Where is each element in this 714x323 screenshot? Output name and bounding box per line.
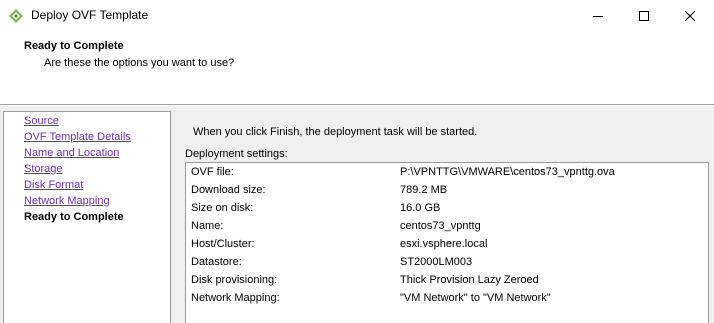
table-row: Disk provisioning: Thick Provision Lazy … xyxy=(186,272,706,290)
wizard-steps-panel: Source OVF Template Details Name and Loc… xyxy=(3,111,171,323)
minimize-button[interactable] xyxy=(575,0,621,31)
setting-value: 16.0 GB xyxy=(400,202,441,214)
table-row: Datastore: ST2000LM003 xyxy=(186,254,706,272)
setting-value: Thick Provision Lazy Zeroed xyxy=(400,274,539,286)
deployment-settings-table[interactable]: OVF file: P:\VPNTTG\VMWARE\centos73_vpnt… xyxy=(185,162,709,323)
setting-value: 789.2 MB xyxy=(400,184,448,196)
vsphere-logo-icon xyxy=(8,8,24,24)
minimize-icon xyxy=(593,15,603,17)
setting-value: esxi.vsphere.local xyxy=(400,238,488,250)
setting-value: "VM Network" to "VM Network" xyxy=(400,292,551,304)
deployment-settings-label: Deployment settings: xyxy=(185,148,288,160)
window-title: Deploy OVF Template xyxy=(31,8,149,22)
maximize-button[interactable] xyxy=(621,0,667,31)
close-button[interactable] xyxy=(667,0,713,31)
setting-label: Host/Cluster: xyxy=(191,238,255,250)
nav-item-source[interactable]: Source xyxy=(24,115,59,127)
nav-item-storage[interactable]: Storage xyxy=(24,163,63,175)
maximize-icon xyxy=(639,10,649,21)
table-row: Network Mapping: "VM Network" to "VM Net… xyxy=(186,290,706,308)
wizard-header: Ready to Complete Are these the options … xyxy=(0,31,714,104)
page-title: Ready to Complete xyxy=(24,40,124,52)
setting-label: Network Mapping: xyxy=(191,292,280,304)
setting-label: Size on disk: xyxy=(191,202,254,214)
title-bar[interactable]: Deploy OVF Template xyxy=(0,0,714,31)
close-icon xyxy=(685,10,695,21)
nav-item-name-and-location[interactable]: Name and Location xyxy=(24,147,119,159)
setting-label: Name: xyxy=(191,220,224,232)
table-row: Host/Cluster: esxi.vsphere.local xyxy=(186,236,706,254)
nav-item-network-mapping[interactable]: Network Mapping xyxy=(24,195,110,207)
setting-value: P:\VPNTTG\VMWARE\centos73_vpnttg.ova xyxy=(400,166,615,178)
page-subtitle: Are these the options you want to use? xyxy=(44,57,235,69)
table-row: Name: centos73_vpnttg xyxy=(186,218,706,236)
setting-label: Download size: xyxy=(191,184,266,196)
nav-item-ovf-template-details[interactable]: OVF Template Details xyxy=(24,131,131,143)
setting-label: Datastore: xyxy=(191,256,242,268)
header-divider-highlight xyxy=(0,105,714,106)
nav-item-disk-format[interactable]: Disk Format xyxy=(24,179,83,191)
setting-value: centos73_vpnttg xyxy=(400,220,481,232)
table-row: OVF file: P:\VPNTTG\VMWARE\centos73_vpnt… xyxy=(186,164,706,182)
setting-value: ST2000LM003 xyxy=(400,256,473,268)
setting-label: Disk provisioning: xyxy=(191,274,278,286)
setting-label: OVF file: xyxy=(191,166,234,178)
table-row: Download size: 789.2 MB xyxy=(186,182,706,200)
intro-text: When you click Finish, the deployment ta… xyxy=(193,126,478,138)
nav-item-ready-to-complete: Ready to Complete xyxy=(24,211,124,223)
table-row: Size on disk: 16.0 GB xyxy=(186,200,706,218)
